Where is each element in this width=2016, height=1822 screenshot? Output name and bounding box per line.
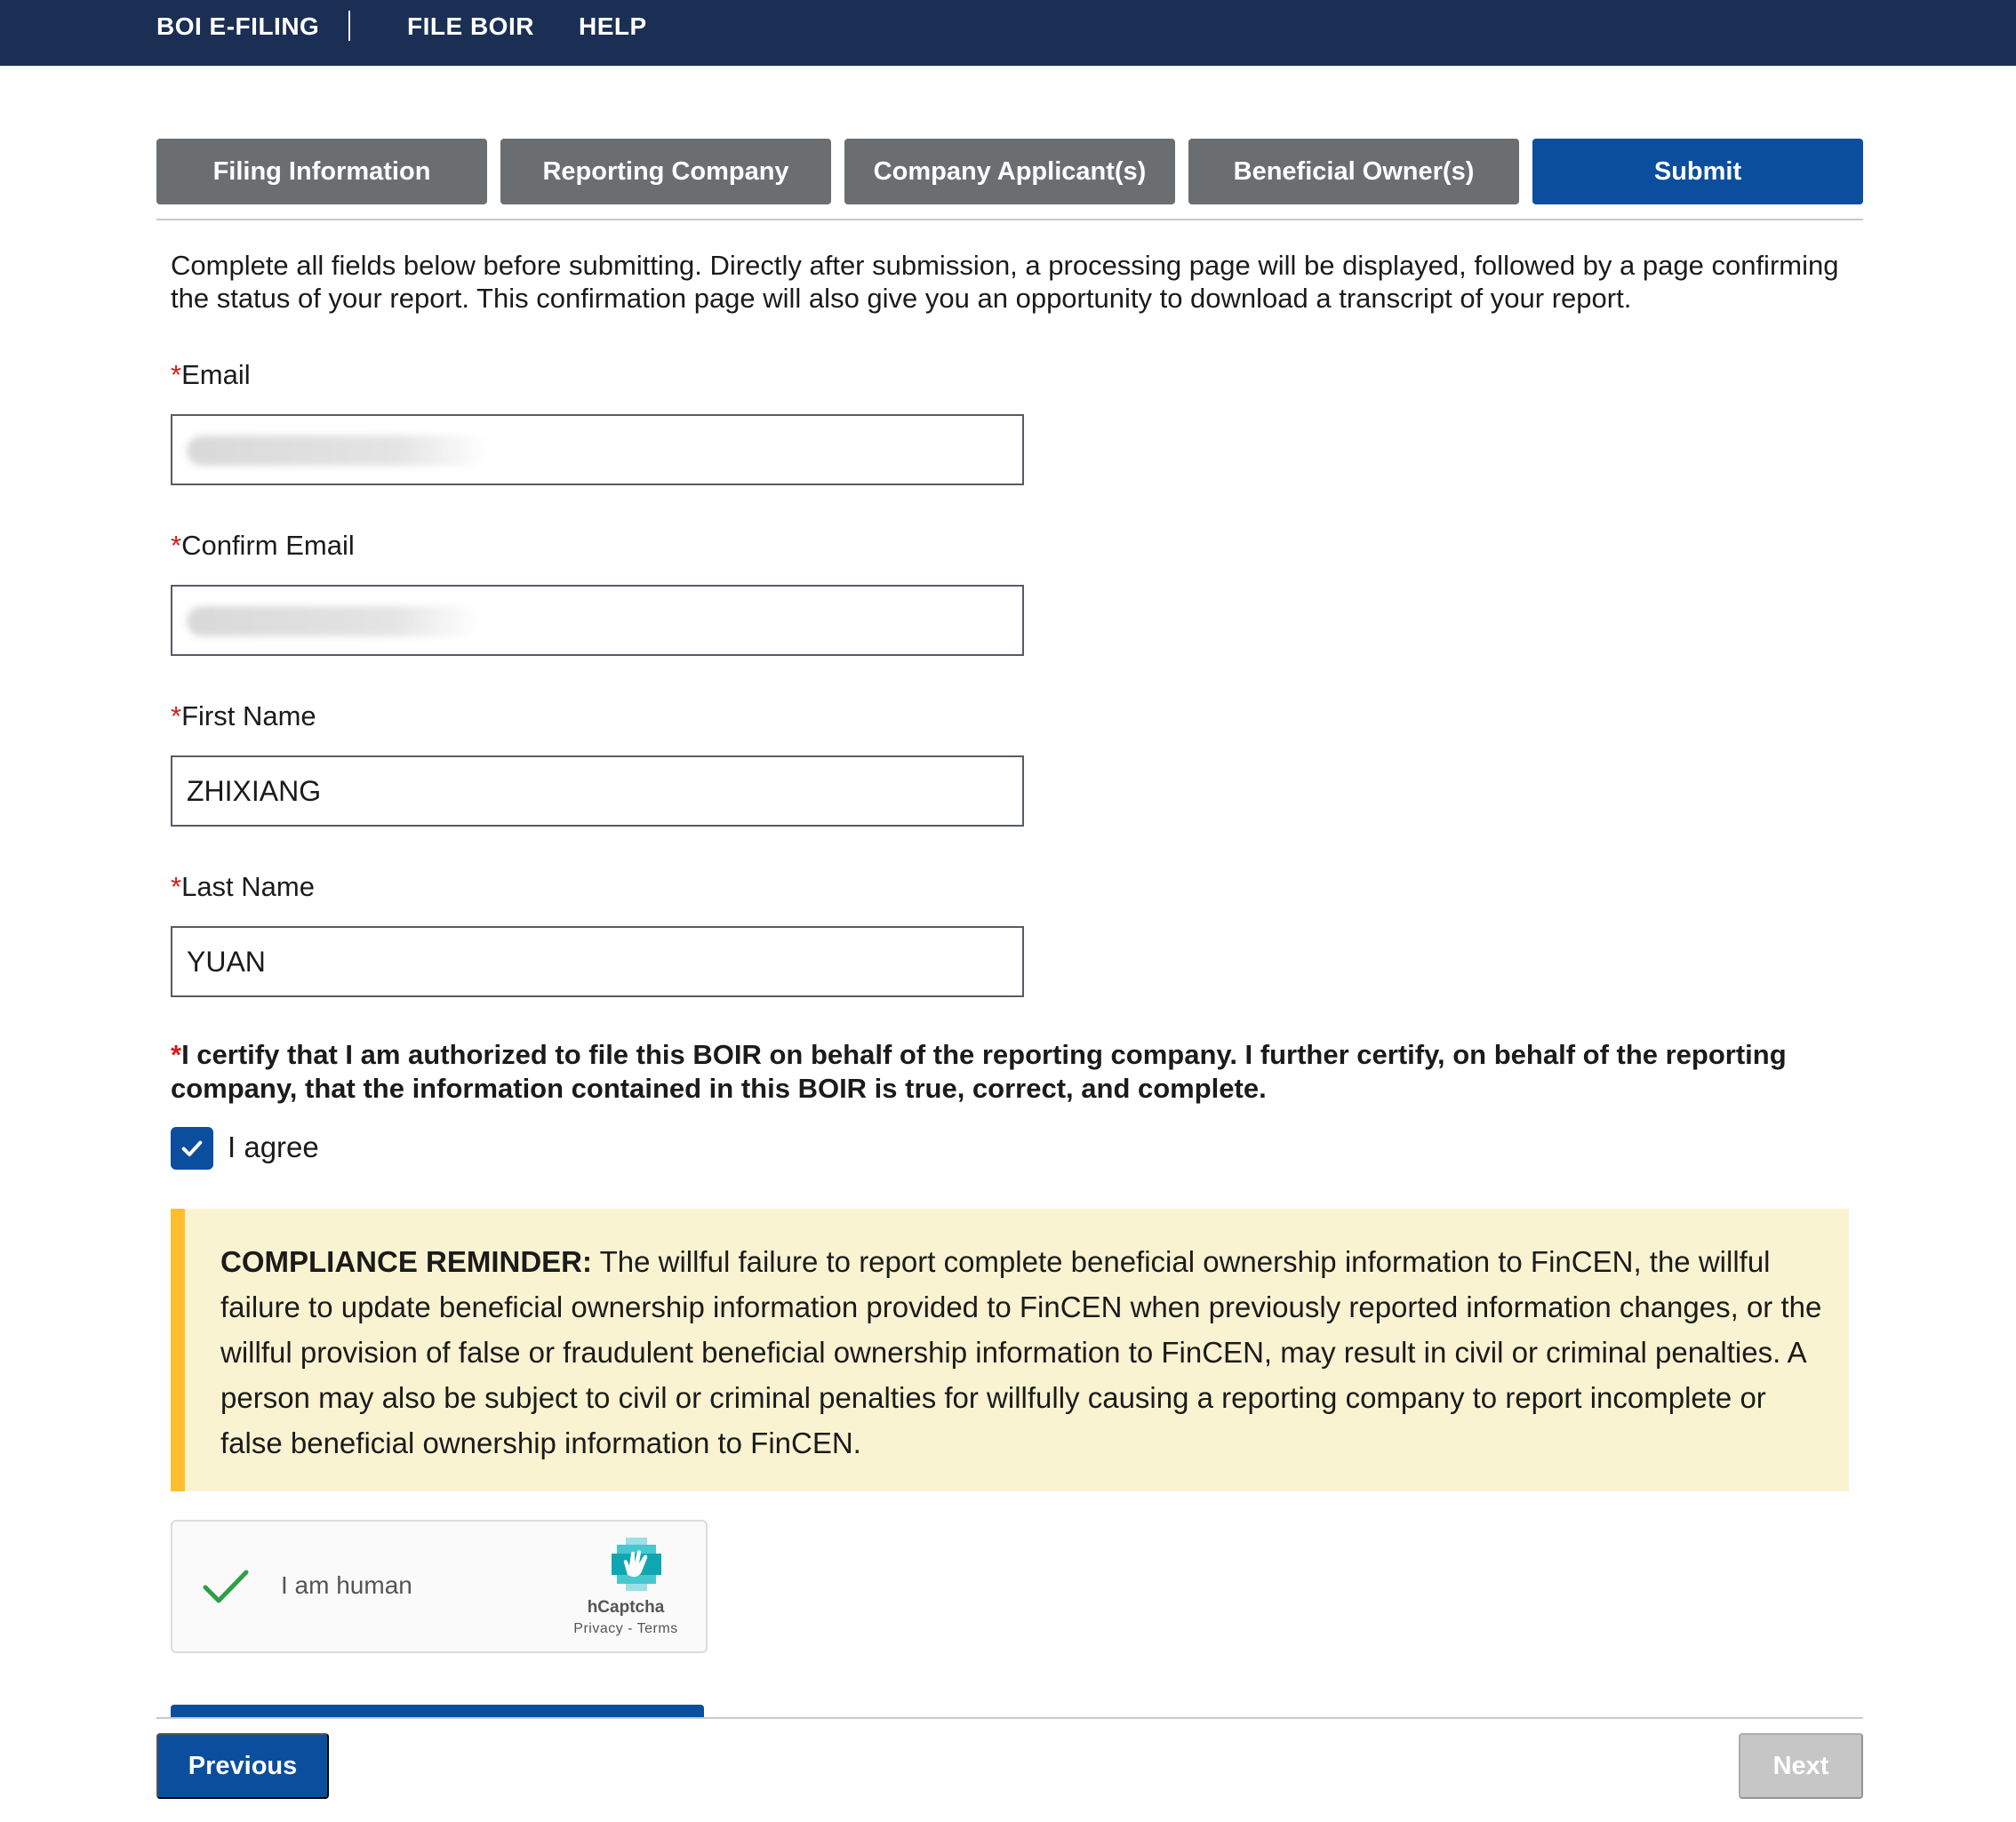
submit-button-partial[interactable] (171, 1705, 704, 1717)
certification-text: I certify that I am authorized to file t… (171, 1039, 1787, 1104)
last-name-label: *Last Name (171, 871, 315, 903)
captcha-links: Privacy - Terms (546, 1621, 706, 1637)
step-filing-information[interactable]: Filing Information (156, 139, 487, 204)
check-icon (203, 1570, 249, 1603)
step-reporting-company[interactable]: Reporting Company (500, 139, 831, 204)
hcaptcha-widget: I am human hCaptcha Privacy - Terms (171, 1520, 708, 1653)
last-name-label-text: Last Name (181, 871, 315, 902)
captcha-terms-link[interactable]: Terms (637, 1621, 678, 1636)
captcha-label: I am human (281, 1571, 412, 1599)
agree-checkbox[interactable] (171, 1127, 213, 1170)
required-marker: * (171, 359, 182, 390)
required-marker: * (171, 871, 182, 902)
nav-help-link[interactable]: HELP (579, 0, 647, 53)
confirm-email-label-text: Confirm Email (181, 530, 355, 561)
required-marker: * (171, 530, 182, 561)
top-nav-bar: BOI E-FILING FILE BOIR HELP (0, 0, 2016, 66)
hcaptcha-brand: hCaptcha (587, 1598, 665, 1617)
email-field[interactable] (171, 414, 1024, 485)
compliance-heading: COMPLIANCE REMINDER: (220, 1245, 592, 1278)
first-name-label: *First Name (171, 700, 316, 732)
captcha-links-separator: - (623, 1621, 637, 1636)
footer-divider (156, 1717, 1863, 1719)
compliance-reminder-text: COMPLIANCE REMINDER: The willful failure… (220, 1239, 1829, 1466)
step-beneficial-owners[interactable]: Beneficial Owner(s) (1188, 139, 1519, 204)
certification-statement: *I certify that I am authorized to file … (171, 1038, 1860, 1106)
required-marker: * (171, 1039, 182, 1070)
first-name-field[interactable] (171, 755, 1024, 827)
email-label: *Email (171, 359, 251, 391)
step-company-applicants[interactable]: Company Applicant(s) (844, 139, 1175, 204)
email-label-text: Email (181, 359, 251, 390)
redacted-value (187, 606, 480, 636)
nav-divider (348, 11, 350, 41)
captcha-checkbox[interactable] (203, 1568, 249, 1610)
step-tabs: Filing Information Reporting Company Com… (156, 139, 1863, 204)
captcha-privacy-link[interactable]: Privacy (573, 1621, 623, 1636)
agree-label[interactable]: I agree (228, 1131, 319, 1164)
confirm-email-label: *Confirm Email (171, 530, 355, 562)
step-submit[interactable]: Submit (1532, 139, 1863, 204)
confirm-email-field[interactable] (171, 585, 1024, 656)
nav-brand-link[interactable]: BOI E-FILING (156, 0, 319, 53)
hcaptcha-logo-icon (612, 1538, 661, 1591)
nav-file-boir-link[interactable]: FILE BOIR (407, 0, 534, 53)
previous-button[interactable]: Previous (156, 1733, 329, 1799)
compliance-reminder-alert: COMPLIANCE REMINDER: The willful failure… (171, 1209, 1849, 1491)
intro-text: Complete all fields below before submitt… (171, 250, 1839, 314)
required-marker: * (171, 700, 182, 731)
last-name-field[interactable] (171, 926, 1024, 997)
redacted-value (187, 436, 489, 466)
first-name-label-text: First Name (181, 700, 316, 731)
checkmark-icon (181, 1140, 203, 1156)
steps-divider (156, 219, 1863, 220)
next-button[interactable]: Next (1739, 1733, 1863, 1799)
